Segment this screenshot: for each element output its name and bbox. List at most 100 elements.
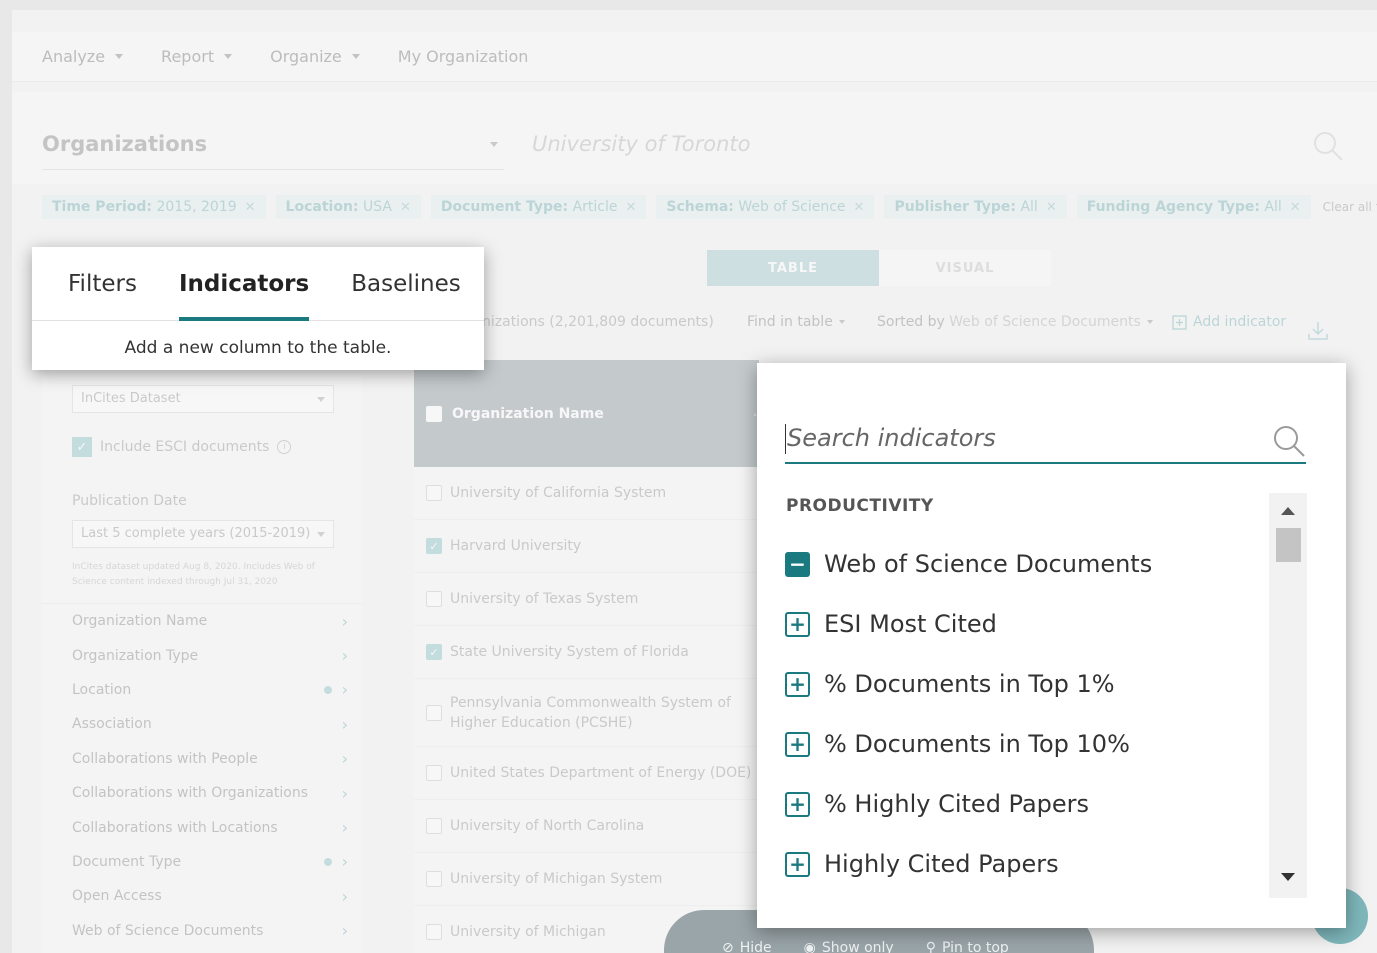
filter-chip[interactable]: Schema: Web of Science ✕ bbox=[656, 195, 875, 219]
indicator-scrollbar[interactable] bbox=[1269, 493, 1307, 898]
filter-item[interactable]: Collaborations with Organizations › bbox=[42, 776, 362, 810]
filter-chip-value: Article bbox=[572, 199, 618, 215]
table-row[interactable]: ✓ State University System of Florida bbox=[414, 626, 759, 679]
filter-chip-value: USA bbox=[362, 199, 392, 215]
filter-item[interactable]: Organization Type › bbox=[42, 638, 362, 672]
esci-checkbox-row[interactable]: ✓ Include ESCI documents i bbox=[72, 437, 292, 457]
org-name-cell[interactable]: State University System of Florida bbox=[450, 642, 689, 662]
nav-item-organize[interactable]: Organize bbox=[270, 47, 360, 66]
close-icon[interactable]: ✕ bbox=[626, 200, 637, 215]
indicator-item[interactable]: + % Documents in Top 10% bbox=[785, 714, 1152, 774]
table-row[interactable]: University of California System bbox=[414, 467, 759, 520]
filter-chip[interactable]: Time Period: 2015, 2019 ✕ bbox=[42, 195, 266, 219]
plus-box-icon[interactable]: + bbox=[785, 671, 810, 697]
row-checkbox[interactable]: ✓ bbox=[426, 644, 442, 660]
select-all-checkbox[interactable] bbox=[426, 405, 442, 422]
chevron-right-icon: › bbox=[341, 680, 348, 700]
plus-box-icon[interactable]: + bbox=[785, 851, 810, 877]
minus-box-icon[interactable]: − bbox=[785, 551, 810, 577]
org-name-cell[interactable]: Pennsylvania Commonwealth System of High… bbox=[450, 693, 759, 733]
filter-item[interactable]: Location › bbox=[42, 673, 362, 707]
org-name-cell[interactable]: Harvard University bbox=[450, 536, 581, 556]
plus-box-icon[interactable]: + bbox=[785, 611, 810, 637]
row-checkbox[interactable] bbox=[426, 704, 442, 721]
search-icon[interactable] bbox=[1312, 130, 1344, 162]
filter-item[interactable]: Document Type › bbox=[42, 845, 362, 879]
clear-all-filters-link[interactable]: Clear all filters bbox=[1323, 200, 1377, 214]
filter-item[interactable]: Collaborations with Locations › bbox=[42, 810, 362, 844]
download-icon[interactable] bbox=[1307, 320, 1329, 342]
filter-item-right: › bbox=[342, 612, 348, 631]
nav-item-my-organization[interactable]: My Organization bbox=[398, 47, 529, 66]
row-checkbox[interactable] bbox=[426, 924, 442, 940]
tab-baselines[interactable]: Baselines bbox=[351, 247, 461, 321]
close-icon[interactable]: ✕ bbox=[1290, 200, 1301, 215]
filter-chip[interactable]: Funding Agency Type: All ✕ bbox=[1076, 195, 1311, 219]
close-icon[interactable]: ✕ bbox=[245, 200, 256, 215]
indicator-item[interactable]: − Web of Science Documents bbox=[785, 534, 1152, 594]
table-row[interactable]: United States Department of Energy (DOE) bbox=[414, 747, 759, 800]
pub-date-select[interactable]: Last 5 complete years (2015-2019) bbox=[72, 520, 334, 548]
filter-item[interactable]: Open Access › bbox=[42, 879, 362, 913]
row-checkbox[interactable] bbox=[426, 871, 442, 887]
info-icon[interactable]: i bbox=[277, 440, 292, 454]
filter-item-right: › bbox=[323, 680, 348, 700]
sort-select[interactable]: Sorted by Web of Science Documents bbox=[877, 314, 1153, 330]
filter-chip[interactable]: Document Type: Article ✕ bbox=[430, 195, 647, 219]
nav-item-label: My Organization bbox=[397, 47, 529, 66]
row-checkbox[interactable] bbox=[426, 818, 442, 834]
tab-filters[interactable]: Filters bbox=[68, 247, 137, 321]
table-row[interactable]: Pennsylvania Commonwealth System of High… bbox=[414, 679, 759, 747]
indicator-item[interactable]: + ESI Most Cited bbox=[785, 594, 1152, 654]
hide-button[interactable]: ⊘ Hide bbox=[722, 926, 772, 953]
scroll-thumb[interactable] bbox=[1276, 528, 1301, 562]
filter-item[interactable]: Association › bbox=[42, 707, 362, 741]
indicator-item[interactable]: + % Highly Cited Papers bbox=[785, 774, 1152, 834]
org-name-cell[interactable]: University of North Carolina bbox=[450, 816, 644, 836]
column-header-org-name[interactable]: Organization Name bbox=[452, 406, 604, 422]
filter-item[interactable]: Organization Name › bbox=[42, 604, 362, 638]
nav-item-report[interactable]: Report bbox=[161, 47, 233, 66]
row-checkbox[interactable] bbox=[426, 591, 442, 607]
org-name-cell[interactable]: United States Department of Energy (DOE) bbox=[450, 763, 751, 783]
table-row[interactable]: University of North Carolina bbox=[414, 800, 759, 853]
row-checkbox[interactable] bbox=[426, 765, 442, 781]
plus-box-icon[interactable]: + bbox=[785, 791, 810, 817]
esci-checkbox[interactable]: ✓ bbox=[72, 437, 92, 457]
org-name-cell[interactable]: University of Michigan bbox=[450, 922, 606, 942]
row-checkbox[interactable] bbox=[426, 485, 442, 501]
table-view-button[interactable]: TABLE bbox=[707, 250, 879, 286]
entity-search-input[interactable]: University of Toronto bbox=[532, 132, 750, 156]
pin-button[interactable]: ⚲ Pin to top bbox=[926, 926, 1009, 953]
table-row[interactable]: University of Michigan System bbox=[414, 853, 759, 906]
table-row[interactable]: ✓ Harvard University bbox=[414, 520, 759, 573]
scroll-up-icon[interactable] bbox=[1281, 507, 1295, 515]
show-only-button[interactable]: ◉ Show only bbox=[804, 926, 894, 953]
row-checkbox[interactable]: ✓ bbox=[426, 538, 442, 554]
dataset-select[interactable]: InCites Dataset bbox=[72, 385, 334, 413]
table-row[interactable]: University of Texas System bbox=[414, 573, 759, 626]
visual-view-button[interactable]: VISUAL bbox=[879, 250, 1051, 286]
filter-chip[interactable]: Location: USA ✕ bbox=[275, 195, 421, 219]
filter-chip[interactable]: Publisher Type: All ✕ bbox=[884, 195, 1067, 219]
scroll-down-icon[interactable] bbox=[1281, 873, 1295, 881]
close-icon[interactable]: ✕ bbox=[1046, 200, 1057, 215]
indicator-search-input[interactable]: Search indicators bbox=[785, 418, 1306, 464]
indicator-item[interactable]: + % Documents in Top 1% bbox=[785, 654, 1152, 714]
close-icon[interactable]: ✕ bbox=[400, 200, 411, 215]
filter-item-right: › bbox=[342, 784, 348, 803]
close-icon[interactable]: ✕ bbox=[854, 200, 865, 215]
find-in-table-button[interactable]: Find in table bbox=[747, 314, 845, 330]
entity-type-select[interactable]: Organizations bbox=[42, 128, 504, 170]
add-indicator-button[interactable]: Add indicator bbox=[1172, 314, 1286, 330]
org-name-cell[interactable]: University of California System bbox=[450, 483, 666, 503]
nav-item-analyze[interactable]: Analyze bbox=[42, 47, 124, 66]
search-icon[interactable] bbox=[1272, 424, 1306, 458]
filter-item[interactable]: Web of Science Documents › bbox=[42, 914, 362, 948]
filter-item[interactable]: Collaborations with People › bbox=[42, 742, 362, 776]
org-name-cell[interactable]: University of Texas System bbox=[450, 589, 638, 609]
indicator-item[interactable]: + Highly Cited Papers bbox=[785, 834, 1152, 894]
tab-indicators[interactable]: Indicators bbox=[178, 247, 310, 321]
plus-box-icon[interactable]: + bbox=[785, 731, 810, 757]
org-name-cell[interactable]: University of Michigan System bbox=[450, 869, 662, 889]
